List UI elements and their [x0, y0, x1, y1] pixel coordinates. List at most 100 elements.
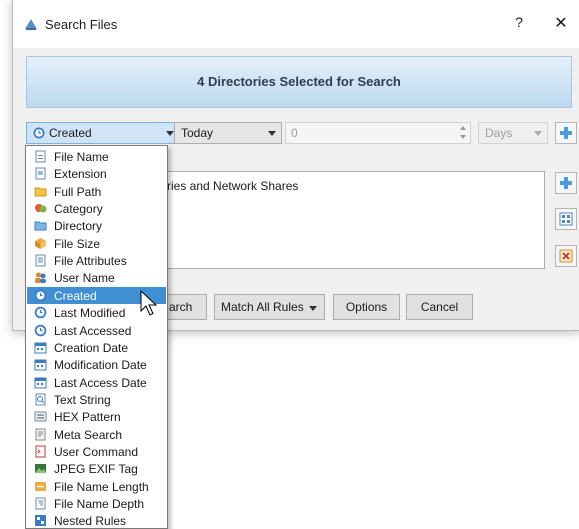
dropdown-item-label: Last Accessed [54, 323, 132, 338]
rule-comparison-value: Today [181, 126, 214, 140]
search-button-label: arch [169, 300, 193, 314]
dropdown-item-label: File Name [54, 150, 109, 164]
dropdown-item-last-access-date[interactable]: Last Access Date [27, 374, 166, 391]
directory-icon [34, 221, 47, 231]
dropdown-item-label: Directory [54, 219, 103, 234]
length-icon [35, 481, 46, 491]
dropdown-item-file-name-length[interactable]: File Name Length [27, 478, 166, 495]
dropdown-item-label: Category [54, 202, 103, 217]
add-rule-button[interactable] [555, 122, 577, 144]
rule-value-spinbox[interactable]: 0 [285, 122, 471, 144]
dropdown-item-nested-rules[interactable]: Nested Rules [27, 512, 166, 529]
dropdown-item-label: Last Modified [54, 306, 126, 321]
dropdown-item-file-name-depth[interactable]: File Name Depth [27, 495, 166, 512]
dropdown-item-label: Meta Search [54, 427, 123, 442]
dropdown-item-label: Modification Date [54, 358, 147, 373]
rule-comparison-combo[interactable]: Today [174, 122, 282, 144]
app-icon [25, 19, 37, 30]
rule-property-dropdown-list[interactable]: File Name Extension Full Path Category Direc… [25, 145, 168, 529]
rule-property-value: Created [49, 126, 92, 140]
dropdown-item-text-string[interactable]: Text String [27, 391, 166, 408]
depth-icon [35, 497, 46, 510]
close-button[interactable]: ✕ [553, 13, 569, 33]
chevron-down-icon [166, 131, 174, 136]
remove-directory-button[interactable] [555, 245, 577, 267]
rule-property-combo[interactable]: Created [26, 122, 180, 144]
mouse-cursor-icon [140, 290, 158, 316]
match-rules-label: Match All Rules [221, 300, 304, 314]
help-button[interactable]: ? [511, 14, 527, 30]
remove-icon [559, 249, 573, 263]
file-size-icon [35, 237, 46, 249]
match-rules-dropdown[interactable]: Match All Rules [214, 294, 325, 320]
clock-icon [34, 306, 47, 319]
dropdown-item-directory[interactable]: Directory [27, 217, 166, 234]
plus-icon [560, 177, 572, 189]
extension-icon [35, 167, 46, 180]
dropdown-item-jpeg-exif-tag[interactable]: JPEG EXIF Tag [27, 460, 166, 477]
dropdown-item-label: Extension [54, 167, 107, 182]
folder-icon [34, 187, 47, 197]
dropdown-item-file-name[interactable]: File Name [27, 148, 166, 165]
dropdown-item-label: Full Path [54, 184, 102, 199]
options-button[interactable]: Options [333, 294, 400, 320]
dropdown-item-full-path[interactable]: Full Path [27, 183, 166, 200]
add-directory-button[interactable] [555, 172, 577, 194]
rule-unit-value: Days [485, 126, 513, 140]
dropdown-item-file-size[interactable]: File Size [27, 235, 166, 252]
meta-icon [35, 428, 46, 441]
dropdown-item-label: User Command [54, 444, 139, 459]
dropdown-item-label: Nested Rules [54, 514, 127, 529]
file-attributes-icon [35, 254, 46, 267]
dropdown-item-label: JPEG EXIF Tag [54, 462, 138, 477]
selection-banner: 4 Directories Selected for Search [26, 56, 572, 108]
dropdown-item-user-name[interactable]: User Name [27, 269, 166, 286]
nested-icon [35, 515, 46, 527]
dropdown-item-meta-search[interactable]: Meta Search [27, 426, 166, 443]
window-title: Search Files [45, 17, 118, 32]
command-icon [35, 445, 46, 458]
file-name-icon [35, 150, 46, 163]
user-icon [35, 272, 46, 284]
dropdown-item-hex-pattern[interactable]: HEX Pattern [27, 408, 166, 425]
dropdown-item-last-accessed[interactable]: Last Accessed [27, 322, 166, 339]
list-item[interactable]: ries and Network Shares [167, 179, 298, 193]
dropdown-item-label: File Name Depth [54, 497, 145, 511]
dropdown-item-label: User Name [54, 271, 115, 286]
dropdown-item-label: HEX Pattern [54, 410, 121, 425]
spin-up-icon[interactable] [460, 126, 466, 130]
grid-icon [559, 212, 573, 226]
dropdown-item-extension[interactable]: Extension [27, 165, 166, 182]
hex-icon [34, 411, 47, 422]
plus-icon [560, 127, 572, 139]
dropdown-item-modification-date[interactable]: Modification Date [27, 356, 166, 373]
clock-icon [34, 289, 47, 302]
dropdown-item-label: Creation Date [54, 340, 129, 355]
rule-unit-combo[interactable]: Days [478, 122, 548, 144]
chevron-down-icon [268, 131, 276, 136]
calendar-icon [34, 359, 47, 371]
dropdown-item-label: File Name Length [54, 479, 149, 494]
clock-icon [34, 324, 47, 336]
chevron-down-icon [534, 131, 542, 136]
image-icon [35, 464, 46, 474]
dropdown-item-category[interactable]: Category [27, 200, 166, 217]
spin-down-icon[interactable] [460, 135, 466, 139]
rule-value: 0 [291, 126, 298, 140]
dropdown-item-label: File Attributes [54, 254, 127, 269]
dropdown-item-creation-date[interactable]: Creation Date [27, 339, 166, 356]
dropdown-item-file-attributes[interactable]: File Attributes [27, 252, 166, 269]
chevron-down-icon [309, 306, 317, 311]
calendar-icon [34, 377, 47, 389]
dropdown-item-label: File Size [54, 236, 101, 251]
dropdown-item-label: Created [54, 288, 97, 303]
clock-icon [33, 127, 45, 139]
calendar-icon [34, 342, 47, 354]
title-bar: Search Files ? ✕ [13, 0, 579, 48]
text-search-icon [35, 393, 46, 406]
dropdown-item-label: Last Access Date [54, 375, 147, 390]
edit-directories-button[interactable] [555, 208, 577, 230]
cancel-button[interactable]: Cancel [406, 294, 473, 320]
dropdown-item-user-command[interactable]: User Command [27, 443, 166, 460]
category-icon [35, 204, 47, 213]
